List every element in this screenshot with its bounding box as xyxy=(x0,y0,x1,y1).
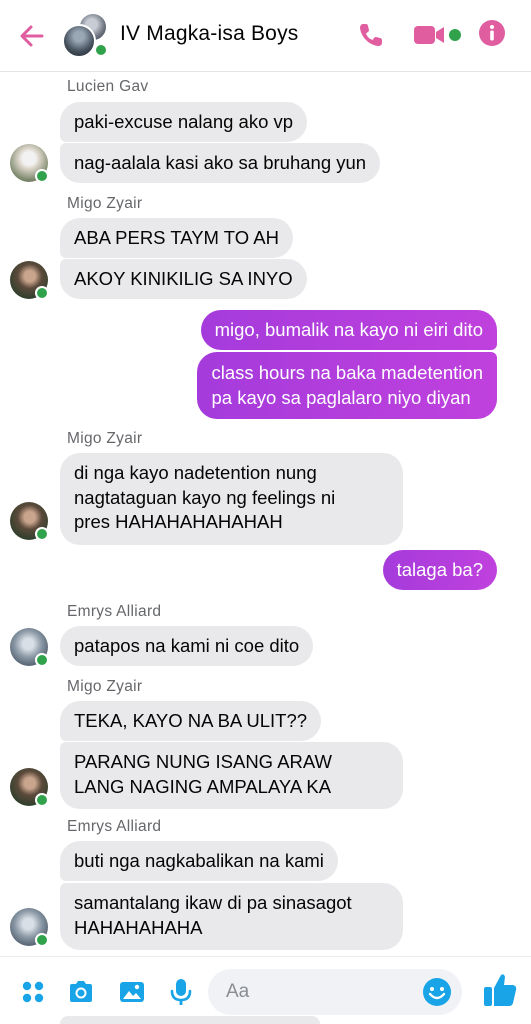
incoming-message[interactable]: samantalang ikaw di pa sinasagot HAHAHAH… xyxy=(60,883,403,950)
message-line: nagtataguan kayo ng feelings ni xyxy=(74,486,336,508)
composer-bar xyxy=(0,956,531,1024)
incoming-message[interactable]: PARANG NUNG ISANG ARAW LANG NAGING AMPAL… xyxy=(60,742,403,809)
like-icon[interactable] xyxy=(482,971,518,1009)
sender-name: Migo Zyair xyxy=(67,678,143,695)
online-indicator xyxy=(35,793,49,807)
sender-name: Migo Zyair xyxy=(67,430,143,447)
camera-icon[interactable] xyxy=(66,977,96,1007)
online-indicator xyxy=(35,653,49,667)
back-arrow-icon[interactable] xyxy=(16,20,48,52)
message-input[interactable] xyxy=(226,979,406,1005)
conversation-title[interactable]: IV Magka-isa Boys xyxy=(120,22,298,46)
video-camera-icon[interactable] xyxy=(412,20,446,50)
phone-icon[interactable] xyxy=(356,20,386,50)
sender-name: Lucien Gav xyxy=(67,78,149,95)
sender-avatar[interactable] xyxy=(10,502,49,541)
sender-avatar[interactable] xyxy=(10,144,49,183)
incoming-message[interactable]: nag-aalala kasi ako sa bruhang yun xyxy=(60,143,381,183)
online-indicator xyxy=(35,933,49,947)
incoming-message[interactable]: paki-excuse nalang ako vp xyxy=(60,102,308,142)
message-composer[interactable] xyxy=(208,969,462,1015)
microphone-icon[interactable] xyxy=(166,977,196,1007)
info-icon[interactable] xyxy=(478,19,506,47)
online-indicator xyxy=(35,169,49,183)
outgoing-message[interactable]: talaga ba? xyxy=(382,550,497,590)
message-line: di nga kayo nadetention nung xyxy=(74,462,317,483)
message-line: samantalang ikaw di pa sinasagot xyxy=(74,892,352,913)
sender-avatar[interactable] xyxy=(10,261,49,300)
group-avatar[interactable] xyxy=(62,12,110,60)
call-active-indicator xyxy=(449,29,461,41)
member-avatar xyxy=(62,24,96,58)
incoming-message[interactable]: di nga kayo nadetention nung nagtataguan… xyxy=(60,453,403,545)
gallery-icon[interactable] xyxy=(117,977,147,1007)
partial-message-bubble xyxy=(60,1016,320,1024)
message-line: pa kayo sa paglalaro niyo diyan xyxy=(211,387,471,408)
online-indicator xyxy=(35,286,49,300)
outgoing-message[interactable]: migo, bumalik na kayo ni eiri dito xyxy=(200,310,497,350)
sender-name: Emrys Alliard xyxy=(67,603,162,620)
incoming-message[interactable]: AKOY KINIKILIG SA INYO xyxy=(60,259,307,299)
outgoing-message[interactable]: class hours na baka madetention pa kayo … xyxy=(197,352,497,419)
conversation-header: IV Magka-isa Boys xyxy=(0,0,531,72)
message-line: PARANG NUNG ISANG ARAW xyxy=(74,751,333,772)
sender-avatar[interactable] xyxy=(10,628,49,667)
menu-dots-icon[interactable] xyxy=(18,977,48,1007)
sender-name: Migo Zyair xyxy=(67,195,143,212)
incoming-message[interactable]: patapos na kami ni coe dito xyxy=(60,626,314,666)
message-line: HAHAHAHAHA xyxy=(74,916,203,938)
sender-name: Emrys Alliard xyxy=(67,818,162,835)
incoming-message[interactable]: ABA PERS TAYM TO AH xyxy=(60,218,293,258)
incoming-message[interactable]: buti nga nagkabalikan na kami xyxy=(60,841,338,881)
sender-avatar[interactable] xyxy=(10,768,49,807)
online-indicator xyxy=(35,527,49,541)
online-indicator xyxy=(94,43,108,57)
message-line: class hours na baka madetention xyxy=(211,362,483,383)
incoming-message[interactable]: TEKA, KAYO NA BA ULIT?? xyxy=(60,701,322,741)
message-line: LANG NAGING AMPALAYA KA xyxy=(74,775,332,797)
emoji-icon[interactable] xyxy=(420,975,454,1009)
message-line: pres HAHAHAHAHAHAH xyxy=(74,511,283,532)
sender-avatar[interactable] xyxy=(10,908,49,947)
